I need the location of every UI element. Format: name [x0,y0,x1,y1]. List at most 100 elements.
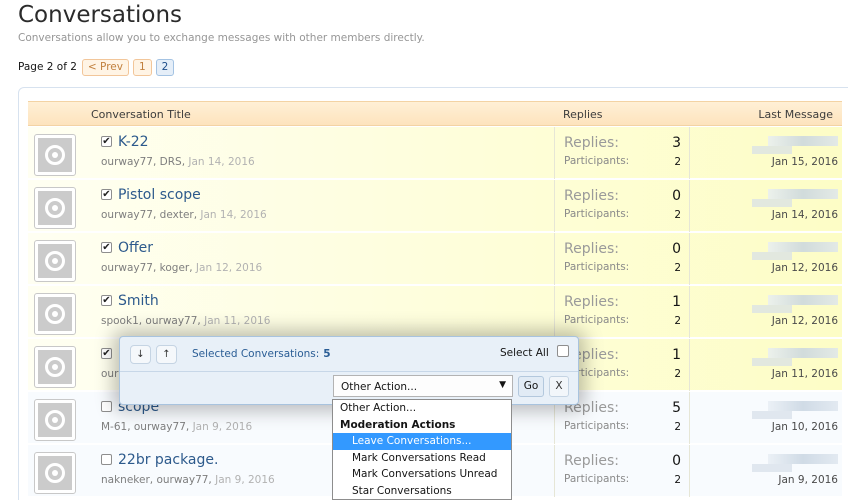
replies-count: 1 [672,294,681,310]
conversation-stats: Replies: 0 Participants: 2 [554,445,690,497]
participants-count: 2 [674,474,681,486]
last-message-date[interactable]: Jan 12, 2016 [772,262,838,274]
participant-names[interactable]: spook1, ourway77, [101,315,201,327]
sort-up-button[interactable]: ↑ [156,345,177,364]
conversation-meta: ourway77, DRS, Jan 14, 2016 [101,156,255,168]
row-checkbox[interactable]: ✔ [101,295,112,306]
last-message-date[interactable]: Jan 10, 2016 [772,421,838,433]
select-all-checkbox[interactable] [557,345,569,357]
default-avatar-icon [38,403,72,437]
default-avatar-icon [38,244,72,278]
start-date: Jan 11, 2016 [204,315,271,327]
participants-count: 2 [674,368,681,380]
avatar[interactable] [34,346,76,388]
row-checkbox[interactable] [101,401,112,412]
avatar[interactable] [34,187,76,229]
inline-mod-overlay: ↓ ↑ Selected Conversations: 5 Select All … [119,336,579,405]
conversation-meta: our [101,368,118,380]
conversation-stats: Replies: 0 Participants: 2 [554,233,690,285]
default-avatar-icon [38,297,72,331]
conversation-meta: ourway77, dexter, Jan 14, 2016 [101,209,267,221]
header-conversation-title[interactable]: Conversation Title [91,108,191,121]
dropdown-option[interactable]: Mark Conversations Read [333,450,511,467]
table-row[interactable]: ✔ Smith spook1, ourway77, Jan 11, 2016 Repl… [28,286,842,338]
last-message: Jan 14, 2016 [698,180,838,232]
conversation-title-link[interactable]: Pistol scope [118,187,201,203]
avatar[interactable] [34,399,76,441]
conversation-title-link[interactable]: Offer [118,240,153,256]
table-row[interactable]: ✔ Offer ourway77, koger, Jan 12, 2016 Repli… [28,233,842,285]
default-avatar-icon [38,191,72,225]
participants-count: 2 [674,262,681,274]
table-row[interactable]: ✔ K-22 ourway77, DRS, Jan 14, 2016 Replies:… [28,127,842,179]
conversation-title-link[interactable]: 22br package. [118,452,218,468]
avatar[interactable] [34,293,76,335]
blurred-username [752,146,792,154]
dropdown-option[interactable]: Leave Conversations... [333,433,511,450]
header-last-message[interactable]: Last Message [758,108,833,121]
dropdown-option[interactable]: Mark Conversations Unread [333,466,511,483]
last-message-date[interactable]: Jan 15, 2016 [772,156,838,168]
row-checkbox[interactable]: ✔ [101,189,112,200]
last-message-date[interactable]: Jan 14, 2016 [772,209,838,221]
conversation-meta: ourway77, koger, Jan 12, 2016 [101,262,262,274]
start-date: Jan 9, 2016 [192,421,253,433]
blurred-username [768,295,838,305]
action-select-value: Other Action... [341,381,418,393]
dropdown-arrow-icon: ▼ [499,380,506,390]
participant-names[interactable]: our [101,368,118,380]
participant-names[interactable]: ourway77, dexter, [101,209,197,221]
go-button[interactable]: Go [518,376,544,397]
avatar[interactable] [34,134,76,176]
action-select[interactable]: Other Action... ▼ [333,375,513,397]
participant-names[interactable]: nakneker, ourway77, [101,474,212,486]
close-overlay-button[interactable]: X [549,376,569,397]
replies-count: 3 [672,135,681,151]
dropdown-option[interactable]: Other Action... [333,400,511,417]
avatar[interactable] [34,240,76,282]
page-description: Conversations allow you to exchange mess… [18,32,425,44]
dropdown-option[interactable]: Star Conversations [333,483,511,500]
default-avatar-icon [38,456,72,490]
participants-count: 2 [674,156,681,168]
last-message: Jan 11, 2016 [698,339,838,391]
blurred-username [752,411,792,419]
start-date: Jan 12, 2016 [195,262,263,274]
page-nav: Page 2 of 2 < Prev 1 2 [18,58,178,76]
replies-count: 0 [672,453,681,469]
participants-label: Participants: [564,473,630,485]
participants-label: Participants: [564,208,630,220]
conversation-title-link[interactable]: K-22 [118,134,149,150]
participants-label: Participants: [564,420,630,432]
sort-down-button[interactable]: ↓ [130,345,151,364]
participants-count: 2 [674,209,681,221]
avatar[interactable] [34,452,76,494]
page-title: Conversations [18,2,183,28]
row-checkbox[interactable] [101,454,112,465]
last-message: Jan 10, 2016 [698,392,838,444]
conversation-title-link[interactable]: Smith [118,293,159,309]
last-message-date[interactable]: Jan 11, 2016 [772,368,838,380]
blurred-username [768,348,838,358]
last-message-date[interactable]: Jan 12, 2016 [772,315,838,327]
row-checkbox[interactable]: ✔ [101,348,112,359]
conversation-meta: nakneker, ourway77, Jan 9, 2016 [101,474,275,486]
row-checkbox[interactable]: ✔ [101,242,112,253]
replies-label: Replies: [564,453,620,469]
last-message: Jan 12, 2016 [698,233,838,285]
page-2-link[interactable]: 2 [155,58,175,76]
participants-count: 2 [674,315,681,327]
participants-count: 2 [674,421,681,433]
blurred-username [752,252,792,260]
table-row[interactable]: ✔ Pistol scope ourway77, dexter, Jan 14, 2… [28,180,842,232]
replies-label: Replies: [564,294,620,310]
page-1-link[interactable]: 1 [132,58,152,76]
row-checkbox[interactable]: ✔ [101,136,112,147]
participant-names[interactable]: M-61, ourway77, [101,421,189,433]
prev-page-button[interactable]: < Prev [81,58,129,76]
header-replies[interactable]: Replies [563,108,603,121]
replies-label: Replies: [564,135,620,151]
participant-names[interactable]: ourway77, DRS, [101,156,185,168]
participant-names[interactable]: ourway77, koger, [101,262,193,274]
last-message-date[interactable]: Jan 9, 2016 [778,474,838,486]
